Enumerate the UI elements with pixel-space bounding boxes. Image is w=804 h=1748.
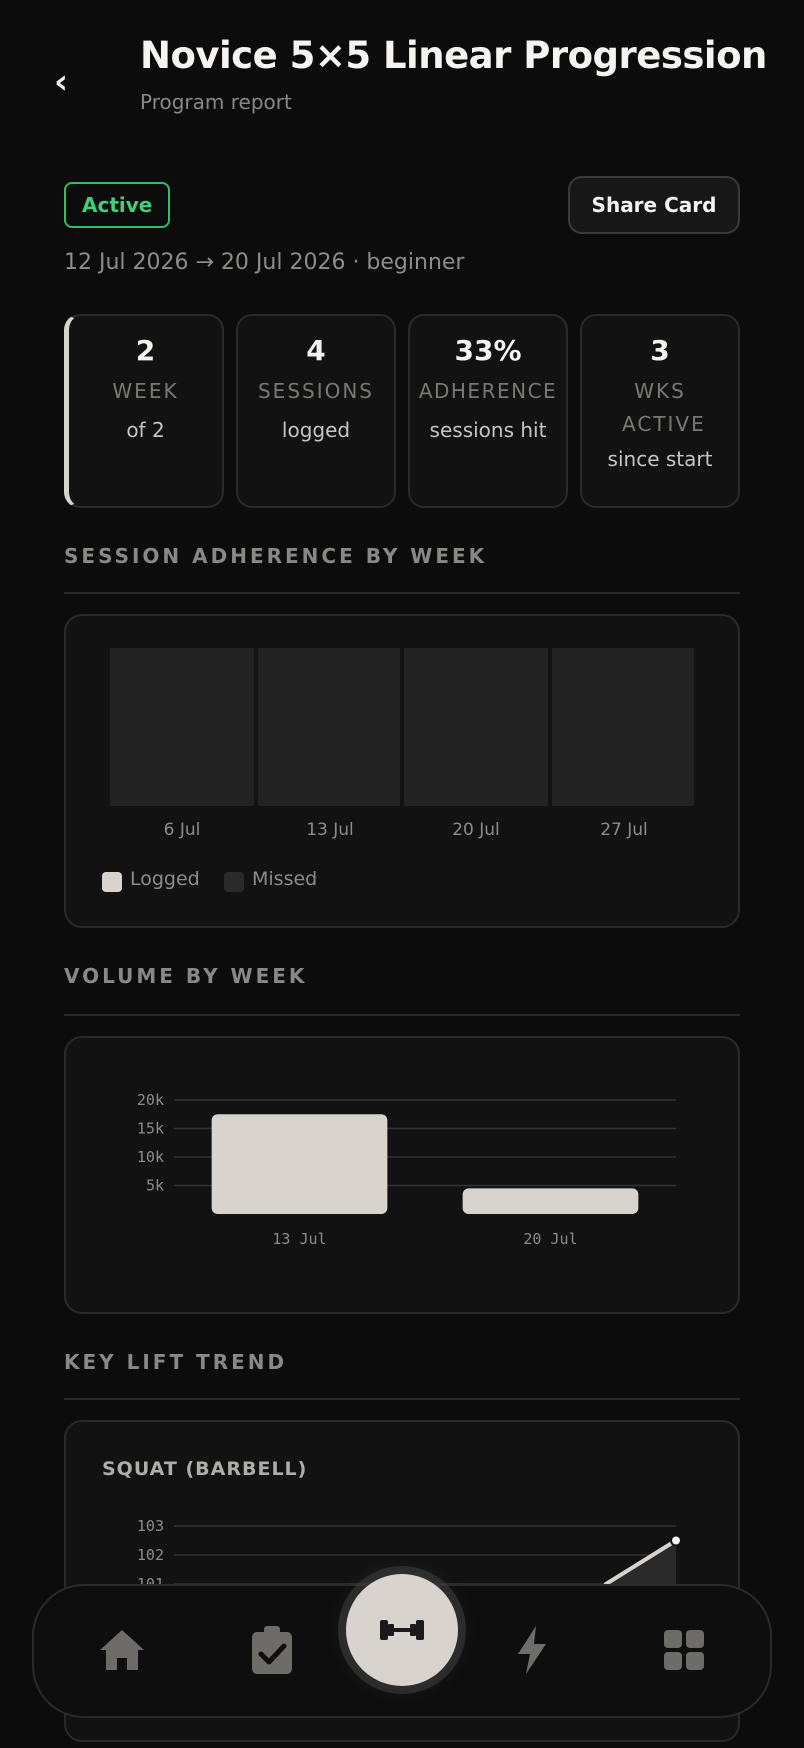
stat-label: SESSIONS xyxy=(257,379,375,403)
status-badge: Active xyxy=(64,182,171,228)
week-label: 13 Jul xyxy=(306,820,354,840)
stat-card-sessions: 4 SESSIONS logged xyxy=(236,314,396,508)
stat-value: 4 xyxy=(306,334,326,367)
stat-value: 33% xyxy=(454,334,522,367)
section-heading-lift: KEY LIFT TREND xyxy=(64,1350,288,1374)
back-button[interactable]: ‹ xyxy=(54,62,84,102)
y-tick-label: 103 xyxy=(137,1517,164,1535)
page-subtitle: Program report xyxy=(140,90,292,114)
x-tick-label: 20 Jul xyxy=(523,1230,577,1248)
legend-swatch-missed xyxy=(224,872,244,892)
legend-swatch-logged xyxy=(102,872,122,892)
x-tick-label: 13 Jul xyxy=(272,1230,326,1248)
stat-sub: sessions hit xyxy=(429,418,547,442)
stat-label: ADHERENCE xyxy=(418,379,558,403)
week-label: 27 Jul xyxy=(600,820,648,840)
page-title: Novice 5×5 Linear Progression xyxy=(140,34,767,77)
adherence-week-bar xyxy=(110,648,254,806)
divider xyxy=(64,1014,740,1016)
y-tick-label: 10k xyxy=(137,1148,164,1166)
stat-label: WKS ACTIVE xyxy=(622,379,706,436)
divider xyxy=(64,592,740,594)
stat-card-weeks-active: 3 WKS ACTIVE since start xyxy=(580,314,740,508)
adherence-week-bar xyxy=(258,648,400,806)
workout-button[interactable] xyxy=(346,1574,458,1686)
stat-card-week: 2 WEEK of 2 xyxy=(64,314,224,508)
adherence-week-bar xyxy=(552,648,694,806)
program-dates: 12 Jul 2026 → 20 Jul 2026 · beginner xyxy=(64,250,465,275)
stat-card-adherence: 33% ADHERENCE sessions hit xyxy=(408,314,568,508)
grid-icon[interactable] xyxy=(654,1620,714,1680)
week-label: 20 Jul xyxy=(452,820,500,840)
week-label: 6 Jul xyxy=(163,820,201,840)
stat-sub: since start xyxy=(607,447,713,471)
lightning-icon[interactable] xyxy=(502,1620,562,1680)
volume-bar xyxy=(211,1114,388,1214)
section-heading-adherence: SESSION ADHERENCE BY WEEK xyxy=(64,544,488,568)
volume-bar xyxy=(462,1188,639,1214)
y-tick-label: 15k xyxy=(137,1120,164,1138)
legend-label-missed: Missed xyxy=(252,868,318,890)
volume-panel: 5k 10k 15k 20k 13 Jul 20 Jul xyxy=(64,1036,740,1314)
stat-sub: of 2 xyxy=(126,418,165,442)
stat-sub: logged xyxy=(281,418,351,442)
adherence-week-bar xyxy=(404,648,548,806)
share-card-button[interactable]: Share Card xyxy=(568,176,740,234)
y-tick-label: 5k xyxy=(146,1177,164,1195)
divider xyxy=(64,1398,740,1400)
clipboard-check-icon[interactable] xyxy=(242,1620,302,1680)
y-tick-label: 102 xyxy=(137,1546,164,1564)
legend-label-logged: Logged xyxy=(130,868,200,890)
section-heading-volume: VOLUME BY WEEK xyxy=(64,964,308,988)
dumbbell-icon xyxy=(380,1620,424,1640)
volume-chart: 5k 10k 15k 20k 13 Jul 20 Jul xyxy=(137,1091,676,1248)
home-icon[interactable] xyxy=(92,1620,152,1680)
lift-point xyxy=(670,1534,682,1547)
stat-label: WEEK xyxy=(112,379,179,403)
stat-value: 2 xyxy=(135,334,156,367)
stat-value: 3 xyxy=(650,334,670,367)
y-tick-label: 20k xyxy=(137,1091,164,1109)
